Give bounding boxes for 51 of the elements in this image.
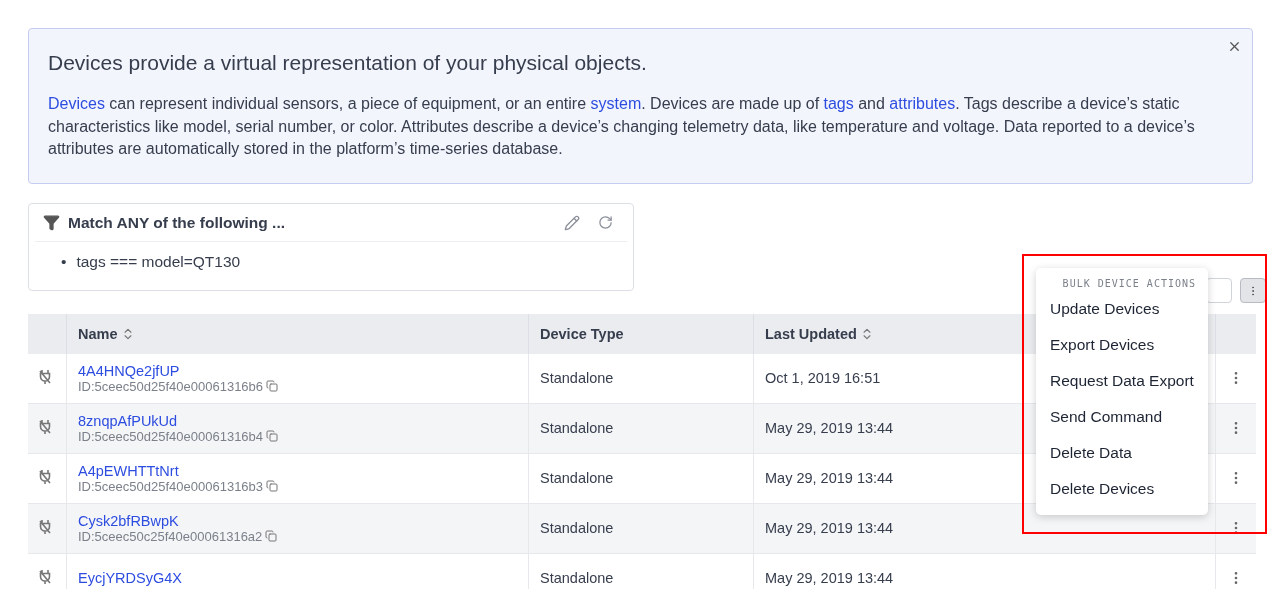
device-id: ID:5ceec50c25f40e00061316a2 <box>78 528 263 544</box>
copy-icon[interactable] <box>265 530 278 542</box>
table-cell: May 29, 2019 13:44 <box>765 470 894 486</box>
device-name-link[interactable]: 4A4HNQe2jfUP <box>78 362 517 379</box>
menu-item[interactable]: Request Data Export <box>1036 363 1208 399</box>
table-cell: Standalone <box>540 520 614 536</box>
menu-item[interactable]: Export Devices <box>1036 327 1208 363</box>
device-id: ID:5ceec50d25f40e00061316b6 <box>78 378 264 394</box>
device-name-link[interactable]: 8znqpAfPUkUd <box>78 412 517 429</box>
table-cell: Standalone <box>540 570 614 586</box>
column-header: Device Type <box>540 325 624 342</box>
filter-condition: tags === model=QT130 <box>76 251 241 272</box>
device-id: ID:5ceec50d25f40e00061316b4 <box>78 428 264 444</box>
text-link[interactable]: Devices <box>48 95 105 112</box>
unplugged-icon <box>39 369 51 384</box>
table-cell: Oct 1, 2019 16:51 <box>765 370 881 386</box>
menu-heading: BULK DEVICE ACTIONS <box>1061 278 1197 289</box>
table-cell: Standalone <box>540 370 614 386</box>
table-cell: May 29, 2019 13:44 <box>765 420 894 436</box>
more-button[interactable] <box>1240 278 1266 303</box>
table-cell: Standalone <box>540 470 614 486</box>
table-cell: May 29, 2019 13:44 <box>765 520 894 536</box>
refresh-icon[interactable] <box>598 215 613 230</box>
text-link[interactable]: tags <box>823 95 854 112</box>
copy-icon[interactable] <box>266 480 279 492</box>
device-id: ID:5ceec50d25f40e00061316b3 <box>78 478 264 494</box>
pencil-icon[interactable] <box>564 214 580 231</box>
bullet: • <box>61 251 67 272</box>
table-cell: Standalone <box>540 420 614 436</box>
menu-item[interactable]: Delete Devices <box>1036 471 1208 507</box>
filter-title: Match ANY of the following ... <box>68 213 286 232</box>
unplugged-icon <box>39 419 51 434</box>
column-header[interactable]: Last Updated <box>765 325 874 342</box>
menu-item[interactable]: Update Devices <box>1036 291 1208 327</box>
column-header[interactable]: Name <box>78 325 135 342</box>
copy-icon[interactable] <box>266 380 279 392</box>
text-link[interactable]: system <box>590 95 642 112</box>
device-name-link[interactable]: A4pEWHTTtNrt <box>78 462 517 479</box>
unplugged-icon <box>39 519 51 534</box>
menu-item[interactable]: Send Command <box>1036 399 1208 435</box>
filter-icon <box>43 214 60 231</box>
device-name-link[interactable]: Cysk2bfRBwpK <box>78 512 517 529</box>
unplugged-icon <box>39 569 51 584</box>
unplugged-icon <box>39 469 51 484</box>
banner-title: Devices provide a virtual representation of your physical objects. <box>48 51 648 75</box>
menu-item[interactable]: Delete Data <box>1036 435 1208 471</box>
banner-text: Devices can represent individual sensors, a piece of equipment, or an entire system. Devices are made up of tags and attributes. Tags describe a device’s static characteristics like model, serial number, or color. Attributes describe a device’s changing telemetry data, like temperature and voltage. Data reported to a device’s attributes are automatically stored in the platform’s time-series database. <box>48 94 1196 159</box>
text-link[interactable]: attributes <box>889 95 956 112</box>
table-cell: May 29, 2019 13:44 <box>765 570 894 586</box>
copy-icon[interactable] <box>266 430 279 442</box>
device-name-link[interactable]: EycjYRDSyG4X <box>78 570 517 586</box>
